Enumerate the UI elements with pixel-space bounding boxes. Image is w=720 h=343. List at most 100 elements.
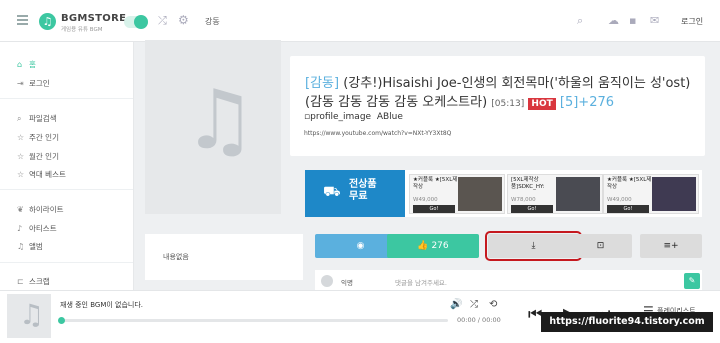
sidebar-item-login[interactable]: ⇥ 로그인 bbox=[17, 78, 50, 89]
uploader-profile[interactable]: ▫profile_image ABlue bbox=[304, 112, 403, 122]
music-note-icon: ♫ bbox=[17, 242, 25, 251]
uploader-name[interactable]: ABlue bbox=[377, 112, 403, 122]
sidebar-item-label: 역대 베스트 bbox=[29, 170, 66, 179]
ad-product-title: ★커플룩 ★[5XL제작상 bbox=[413, 177, 458, 190]
star-icon: ☆ bbox=[17, 170, 25, 179]
shuffle-icon[interactable]: ⤮ bbox=[470, 299, 478, 310]
login-link[interactable]: 로그인 bbox=[681, 16, 703, 27]
play-circle-icon: ◉ bbox=[356, 241, 365, 251]
track-title-line-1: [감동] (강추!)Hisaishi Joe-인생의 회전목마('하울의 움직이… bbox=[305, 72, 690, 91]
sidebar-item-monthly[interactable]: ☆ 월간 인기 bbox=[17, 151, 59, 162]
download-button[interactable]: ⤓ bbox=[485, 231, 582, 261]
ad-product-price: W78,000 bbox=[511, 197, 536, 203]
player-status: 재생 중인 BGM이 없습니다. bbox=[60, 301, 144, 309]
ad-product-card[interactable]: ★커플룩 ★[5XL제작상 W49,000 Go! bbox=[409, 174, 505, 214]
star-icon: ☆ bbox=[17, 133, 25, 142]
volume-icon[interactable]: 🔊 bbox=[450, 299, 462, 310]
ad-product-title: [5XL제작상 품]SDKC_HY: bbox=[511, 177, 545, 190]
ad-banner[interactable]: ⛟ 전상품 무료 ★커플룩 ★[5XL제작상 W49,000 Go! [5XL제작… bbox=[305, 170, 702, 217]
sidebar-divider bbox=[0, 189, 133, 190]
search-icon[interactable]: ⌕ bbox=[577, 14, 583, 28]
truck-icon: ⛟ bbox=[323, 184, 341, 200]
autoplay-toggle[interactable] bbox=[124, 15, 148, 29]
avatar bbox=[321, 275, 333, 287]
sidebar-item-file-search[interactable]: ⌕ 파일검색 bbox=[17, 113, 57, 124]
sidebar-item-highlight[interactable]: ❦ 하이라이트 bbox=[17, 204, 64, 215]
empty-content-box: 내용없음 bbox=[145, 234, 303, 280]
ad-banner-text-2: 무료 bbox=[349, 191, 368, 202]
sidebar-item-label: 스크랩 bbox=[29, 277, 50, 286]
ad-product-image bbox=[652, 177, 696, 211]
ad-free-shipping[interactable]: ⛟ 전상품 무료 bbox=[305, 170, 405, 217]
ad-go-button[interactable]: Go! bbox=[413, 205, 455, 213]
track-duration: [05:13] bbox=[491, 99, 525, 109]
sidebar-item-home[interactable]: ⌂ 홈 bbox=[17, 59, 36, 70]
brand-tagline: 게임용 유튜 BGM bbox=[61, 27, 103, 33]
music-note-icon: ♫ bbox=[19, 298, 45, 331]
playlist-add-icon: ≡+ bbox=[663, 241, 679, 251]
progress-handle[interactable] bbox=[58, 317, 65, 324]
sidebar: ⌂ 홈 ⇥ 로그인 ⌕ 파일검색 ☆ 주간 인기 ☆ 월간 인기 ☆ 역대 베스트 ❦ 하이라… bbox=[0, 42, 134, 290]
sidebar-item-label: 주간 인기 bbox=[29, 133, 59, 142]
menu-icon[interactable] bbox=[17, 15, 28, 25]
like-button[interactable]: 👍 276 bbox=[387, 234, 479, 258]
sidebar-item-label: 홈 bbox=[29, 60, 36, 69]
brand-name[interactable]: BGMSTORE bbox=[61, 13, 126, 24]
track-subtitle: (감동 감동 감동 감동 오케스트라) bbox=[305, 95, 488, 110]
save-button[interactable]: ⊡ bbox=[569, 234, 632, 258]
sidebar-item-album[interactable]: ♫ 앨범 bbox=[17, 241, 43, 252]
repeat-icon[interactable]: ⟲ bbox=[489, 299, 497, 310]
ad-go-button[interactable]: Go! bbox=[607, 205, 649, 213]
comment-count[interactable]: [5] bbox=[560, 95, 578, 110]
track-tag[interactable]: [감동] bbox=[305, 76, 339, 91]
hot-badge: HOT bbox=[528, 98, 556, 110]
profile-image-alt: profile_image bbox=[310, 112, 372, 122]
thumbs-up-icon: 👍 bbox=[417, 241, 429, 251]
leaf-icon: ❦ bbox=[17, 205, 24, 214]
add-to-playlist-button[interactable]: ≡+ bbox=[640, 234, 702, 258]
ad-product-price: W49,000 bbox=[607, 197, 632, 203]
track-title: (강추!)Hisaishi Joe-인생의 회전목마('하울의 움직이는 성'o… bbox=[343, 76, 691, 91]
mail-icon[interactable]: ✉ bbox=[650, 14, 659, 27]
save-box-icon: ⊡ bbox=[596, 241, 605, 251]
sidebar-item-label: 월간 인기 bbox=[29, 152, 59, 161]
search-input[interactable]: 강동 bbox=[205, 16, 220, 27]
player-time: 00:00 / 00:00 bbox=[457, 316, 501, 324]
cloud-upload-icon[interactable]: ☁ bbox=[608, 14, 619, 27]
album-art: ♫ bbox=[145, 40, 281, 214]
sidebar-item-label: 아티스트 bbox=[29, 224, 57, 233]
track-info-card: [감동] (강추!)Hisaishi Joe-인생의 회전목마('하울의 움직이… bbox=[290, 56, 705, 156]
login-icon: ⇥ bbox=[17, 79, 24, 88]
sidebar-divider bbox=[0, 262, 133, 263]
pencil-icon[interactable]: ✎ bbox=[684, 273, 700, 289]
ad-go-button[interactable]: Go! bbox=[511, 205, 553, 213]
delete-icon[interactable]: ▪ bbox=[629, 14, 636, 27]
ad-product-image bbox=[556, 177, 600, 211]
gear-icon[interactable]: ⚙ bbox=[178, 13, 189, 27]
search-icon: ⌕ bbox=[17, 114, 22, 123]
comment-input[interactable]: 댓글을 남겨주세요. bbox=[395, 277, 447, 287]
star-icon: ☆ bbox=[17, 152, 25, 161]
like-count: 276 bbox=[431, 241, 449, 251]
home-icon: ⌂ bbox=[17, 60, 23, 69]
sidebar-item-best[interactable]: ☆ 역대 베스트 bbox=[17, 169, 66, 180]
sidebar-item-weekly[interactable]: ☆ 주간 인기 bbox=[17, 132, 59, 143]
sidebar-item-artist[interactable]: ♪ 아티스트 bbox=[17, 223, 57, 234]
source-url[interactable]: https://www.youtube.com/watch?v=NXt-YY3X… bbox=[304, 130, 451, 137]
shuffle-icon[interactable]: ⤮ bbox=[158, 14, 167, 28]
ad-product-card[interactable]: ★커플룩 ★[5XL제작상 W49,000 Go! bbox=[603, 174, 699, 214]
ad-product-image bbox=[458, 177, 502, 211]
sidebar-item-scrap[interactable]: ⊏ 스크랩 bbox=[17, 276, 50, 287]
progress-bar[interactable] bbox=[58, 317, 448, 324]
logo-icon[interactable]: ♫ bbox=[39, 13, 56, 30]
ad-product-price: W49,000 bbox=[413, 197, 438, 203]
empty-content-label: 내용없음 bbox=[163, 253, 189, 261]
sidebar-item-label: 로그인 bbox=[29, 79, 50, 88]
player-album-art: ♫ bbox=[7, 294, 51, 338]
ad-product-card[interactable]: [5XL제작상 품]SDKC_HY: W78,000 Go! bbox=[507, 174, 603, 214]
sidebar-divider bbox=[0, 98, 133, 99]
ad-product-title: ★커플룩 ★[5XL제작상 bbox=[607, 177, 652, 190]
comment-form: 익명 댓글을 남겨주세요. ✎ bbox=[315, 270, 702, 292]
track-title-line-2: (감동 감동 감동 감동 오케스트라) [05:13] HOT [5]+276 bbox=[305, 91, 614, 110]
ad-banner-text-1: 전상품 bbox=[349, 179, 377, 190]
